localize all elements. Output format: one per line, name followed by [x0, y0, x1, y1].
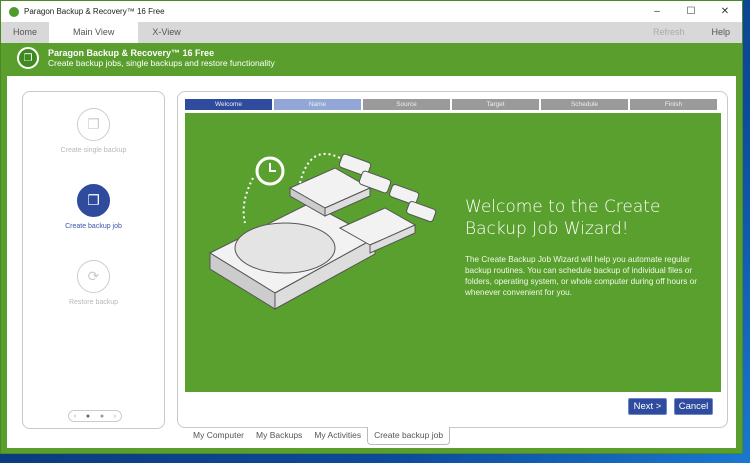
header-title: Paragon Backup & Recovery™ 16 Free	[48, 48, 215, 58]
copy-icon: ❐	[77, 108, 110, 141]
step-schedule: Schedule	[541, 99, 628, 110]
menu-bar: Home Main View X-View Refresh Help	[1, 22, 742, 43]
cancel-button[interactable]: Cancel	[674, 398, 713, 415]
close-button[interactable]: ✕	[708, 6, 742, 17]
wizard-description: The Create Backup Job Wizard will help y…	[465, 255, 697, 297]
sidebar-item-label: Create backup job	[65, 223, 122, 230]
bottom-tabs: My Computer My Backups My Activities Cre…	[187, 427, 451, 445]
sidebar: ❐ Create single backup ❐ Create backup j…	[22, 91, 165, 429]
refresh-button[interactable]: Refresh	[638, 22, 700, 43]
page-dot[interactable]: ●	[100, 413, 104, 420]
wizard-panel: Welcome Name Source Target Schedule Fini…	[177, 91, 728, 428]
wizard-steps: Welcome Name Source Target Schedule Fini…	[185, 99, 717, 110]
backup-logo-icon: ❐	[17, 47, 39, 69]
next-button[interactable]: Next >	[628, 398, 667, 415]
sidebar-item-restore-backup[interactable]: ⟳ Restore backup	[23, 260, 164, 306]
header: ❐ Paragon Backup & Recovery™ 16 Free Cre…	[1, 43, 742, 73]
backup-job-icon: ❐	[77, 184, 110, 217]
tab-my-activities[interactable]: My Activities	[308, 427, 367, 445]
wizard-title: Welcome to the Create Backup Job Wizard!	[465, 197, 661, 239]
tab-main-view[interactable]: Main View	[49, 22, 139, 43]
tab-create-backup-job[interactable]: Create backup job	[367, 427, 451, 445]
welcome-panel: Welcome to the Create Backup Job Wizard!…	[185, 113, 721, 392]
help-button[interactable]: Help	[699, 22, 742, 43]
step-finish: Finish	[630, 99, 717, 110]
prev-page-button[interactable]: ‹	[74, 413, 76, 420]
title-bar: Paragon Backup & Recovery™ 16 Free – ☐ ✕	[1, 1, 742, 22]
restore-icon: ⟳	[77, 260, 110, 293]
tab-my-computer[interactable]: My Computer	[187, 427, 250, 445]
sidebar-item-label: Restore backup	[68, 299, 119, 306]
tab-home[interactable]: Home	[1, 22, 49, 43]
step-name: Name	[274, 99, 361, 110]
step-target: Target	[452, 99, 539, 110]
content-area: ❐ Create single backup ❐ Create backup j…	[7, 76, 736, 448]
minimize-button[interactable]: –	[640, 6, 674, 17]
step-source: Source	[363, 99, 450, 110]
step-welcome: Welcome	[185, 99, 272, 110]
sidebar-item-create-single-backup[interactable]: ❐ Create single backup	[23, 108, 164, 154]
header-subtitle: Create backup jobs, single backups and r…	[48, 58, 275, 68]
hard-drives-illustration	[208, 153, 437, 310]
app-logo-icon	[9, 6, 19, 17]
page-dot-active[interactable]: ●	[86, 413, 90, 420]
sidebar-item-create-backup-job[interactable]: ❐ Create backup job	[23, 184, 164, 230]
tab-my-backups[interactable]: My Backups	[250, 427, 308, 445]
tab-x-view[interactable]: X-View	[138, 22, 194, 43]
window-title: Paragon Backup & Recovery™ 16 Free	[24, 7, 165, 16]
sidebar-item-label: Create single backup	[60, 147, 127, 154]
sidebar-pager: ‹ ● ● ›	[68, 410, 122, 422]
maximize-button[interactable]: ☐	[674, 6, 708, 17]
next-page-button[interactable]: ›	[114, 413, 116, 420]
app-window: Paragon Backup & Recovery™ 16 Free – ☐ ✕…	[0, 0, 743, 454]
